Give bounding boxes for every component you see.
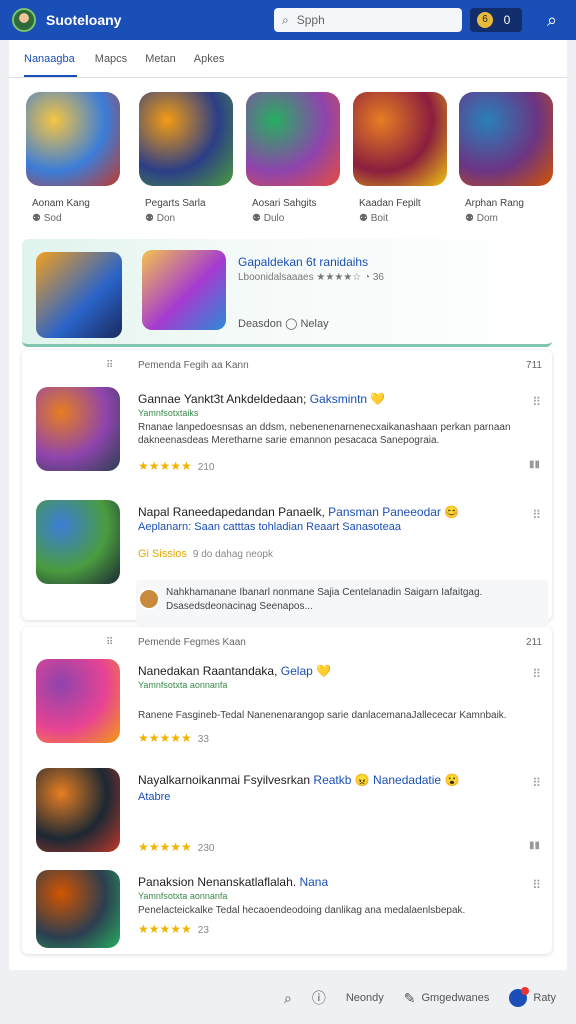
more-options-icon[interactable]: ⠿ (532, 878, 541, 892)
card-count: 711 (526, 360, 542, 371)
item-title[interactable]: Panaksion Nenanskatlaflalah. Nana (138, 875, 518, 889)
review-text: Nahkhamanane Ibanarl nonmane Sajia Cente… (166, 587, 483, 612)
item-subtitle: Yamnfsotxtaiks (138, 408, 199, 418)
featured-game-2[interactable]: Pegarts Sarla ⚉ Don (139, 92, 233, 224)
app-header: Suoteloany ⌕ Spph 6 0 ⌕ (0, 0, 576, 40)
header-pill[interactable]: 6 0 (470, 8, 522, 32)
spotlight-subtitle: Lboonidalsaaaes ★★★★☆ ◔ 36 (238, 272, 384, 283)
game-name: Aosari Sahgits (252, 198, 317, 209)
item-subtitle: Atabre (138, 791, 171, 803)
game-meta: ⚉ Dulo (252, 213, 285, 224)
game-icon-image[interactable] (36, 387, 120, 471)
game-cover-image[interactable] (246, 92, 340, 186)
game-meta: ⚉ Dom (465, 213, 498, 224)
more-options-icon[interactable]: ⠿ (532, 395, 541, 409)
stats-icon: ▮▮ (528, 840, 540, 851)
main-panel: Nanaagba Mapcs Metan Apkes Aonam Kang ⚉ … (9, 40, 567, 970)
featured-game-5[interactable]: Arphan Rang ⚉ Dom (459, 92, 553, 224)
game-cover-image[interactable] (353, 92, 447, 186)
item-title[interactable]: Nayalkarnoikanmai Fsyilvesrkan Reatkb 😠 … (138, 773, 518, 787)
spotlight-cover-image-2[interactable] (142, 250, 226, 330)
more-options-icon[interactable]: ⠿ (532, 776, 541, 790)
featured-game-1[interactable]: Aonam Kang ⚉ Sod (26, 92, 120, 224)
item-description: Penelacteickalke Tedal hecaoendeodoing d… (138, 905, 466, 916)
tab-mapcs[interactable]: Mapcs (95, 40, 127, 77)
item-description: Ranene Fasgineb-Tedal Nanenenarangop sar… (138, 710, 507, 721)
item-description: Rnanae lanpedoesnsas an ddsm, nebenenena… (138, 422, 511, 446)
game-cover-image[interactable] (459, 92, 553, 186)
game-name: Arphan Rang (465, 198, 524, 209)
list-item[interactable]: Gannae Yankt3t Ankdeldedaan; Gaksmintn 💛… (22, 387, 552, 477)
game-name: Kaadan Fepilt (359, 198, 421, 209)
header-search-button[interactable]: ⌕ (540, 10, 564, 31)
list-card-1: ⠿ Pemenda Fegih aa Kann 711 Gannae Yankt… (22, 350, 552, 626)
list-item[interactable]: Nayalkarnoikanmai Fsyilvesrkan Reatkb 😠 … (22, 768, 552, 858)
list-card-2: ⠿ Pemende Fegmes Kaan 211 Nanedakan Raan… (22, 627, 552, 954)
star-rating: ★★★★★ 230 (138, 840, 215, 854)
tab-apkes[interactable]: Apkes (194, 40, 225, 77)
spotlight-footer[interactable]: Deasdon ◯ Nelay (238, 317, 329, 330)
game-icon-image[interactable] (36, 500, 120, 584)
nav-item-neondy[interactable]: Neondy (346, 992, 384, 1004)
game-cover-image[interactable] (139, 92, 233, 186)
tab-bar: Nanaagba Mapcs Metan Apkes (9, 40, 567, 78)
game-icon-image[interactable] (36, 768, 120, 852)
search-icon: ⌕ (282, 12, 289, 27)
nav-item-gmgedwanes[interactable]: ✎ Gmgedwanes (404, 990, 490, 1007)
item-subtitle: Yamnfsotxta aonnanfa (138, 891, 228, 901)
item-title[interactable]: Nanedakan Raantandaka, Gelap 💛 (138, 664, 518, 678)
review-snippet[interactable]: Nahkhamanane Ibanarl nonmane Sajia Cente… (136, 580, 548, 626)
tab-nanaagba[interactable]: Nanaagba (24, 40, 77, 77)
info-icon[interactable]: ⓘ (312, 988, 326, 1008)
featured-game-4[interactable]: Kaadan Fepilt ⚉ Boit (353, 92, 447, 224)
game-meta: ⚉ Boit (359, 213, 388, 224)
card-header: ⠿ Pemende Fegmes Kaan 211 (22, 627, 552, 657)
game-meta: ⚉ Don (145, 213, 176, 224)
card-count: 211 (526, 637, 542, 648)
star-rating: ★★★★★ 23 (138, 922, 209, 936)
featured-game-3[interactable]: Aosari Sahgits ⚉ Dulo (246, 92, 340, 224)
game-name: Pegarts Sarla (145, 198, 206, 209)
card-title: Pemenda Fegih aa Kann (138, 360, 249, 371)
coin-icon[interactable]: 6 (477, 12, 493, 28)
list-item[interactable]: Napal Raneedapedandan Panaelk, Pansman P… (22, 500, 552, 590)
pen-icon: ✎ (403, 989, 416, 1006)
more-options-icon[interactable]: ⠿ (532, 508, 541, 522)
profile-icon (509, 987, 530, 1007)
game-meta: ⚉ Sod (32, 213, 62, 224)
spotlight-title[interactable]: Gapaldekan 6t ranidaihs (238, 255, 368, 269)
game-cover-image[interactable] (26, 92, 120, 186)
spotlight-cover-image[interactable] (36, 252, 122, 338)
card-header: ⠿ Pemenda Fegih aa Kann 711 (22, 350, 552, 380)
drag-icon[interactable]: ⠿ (106, 637, 113, 648)
drag-icon[interactable]: ⠿ (106, 360, 113, 371)
more-options-icon[interactable]: ⠿ (532, 667, 541, 681)
item-tag: Gi Sissios 9 do dahag neopk (138, 548, 273, 560)
card-title: Pemende Fegmes Kaan (138, 637, 246, 648)
list-item[interactable]: Panaksion Nenanskatlaflalah. Nana Yamnfs… (22, 870, 552, 954)
item-subtitle: Yamnfsotxta aonnanfa (138, 680, 228, 690)
star-rating: ★★★★★ 210 (138, 459, 215, 473)
search-bar[interactable]: ⌕ Spph (274, 8, 462, 32)
game-name: Aonam Kang (32, 198, 90, 209)
item-title[interactable]: Napal Raneedapedandan Panaelk, Pansman P… (138, 505, 518, 519)
settings-icon[interactable]: 0 (499, 12, 515, 28)
list-item[interactable]: Nanedakan Raantandaka, Gelap 💛 Yamnfsotx… (22, 659, 552, 749)
star-rating: ★★★★★ 33 (138, 731, 209, 745)
search-icon[interactable]: ⌕ (284, 990, 292, 1007)
item-subtitle: Aeplanarn: Saan catttas tohladian Reaart… (138, 521, 401, 533)
item-title[interactable]: Gannae Yankt3t Ankdeldedaan; Gaksmintn 💛 (138, 392, 518, 406)
app-title: Suoteloany (46, 12, 122, 28)
search-placeholder: Spph (296, 13, 325, 27)
nav-item-profile[interactable]: Raty (509, 987, 556, 1007)
bottom-nav: ⌕ ⓘ Neondy ✎ Gmgedwanes Raty (0, 972, 576, 1024)
tab-metan[interactable]: Metan (145, 40, 176, 77)
spotlight-banner[interactable]: Gapaldekan 6t ranidaihs Lboonidalsaaaes … (22, 239, 552, 347)
game-icon-image[interactable] (36, 659, 120, 743)
app-avatar-icon[interactable] (12, 8, 36, 32)
reviewer-avatar (138, 588, 160, 610)
stats-icon: ▮▮ (528, 459, 540, 470)
game-icon-image[interactable] (36, 870, 120, 948)
